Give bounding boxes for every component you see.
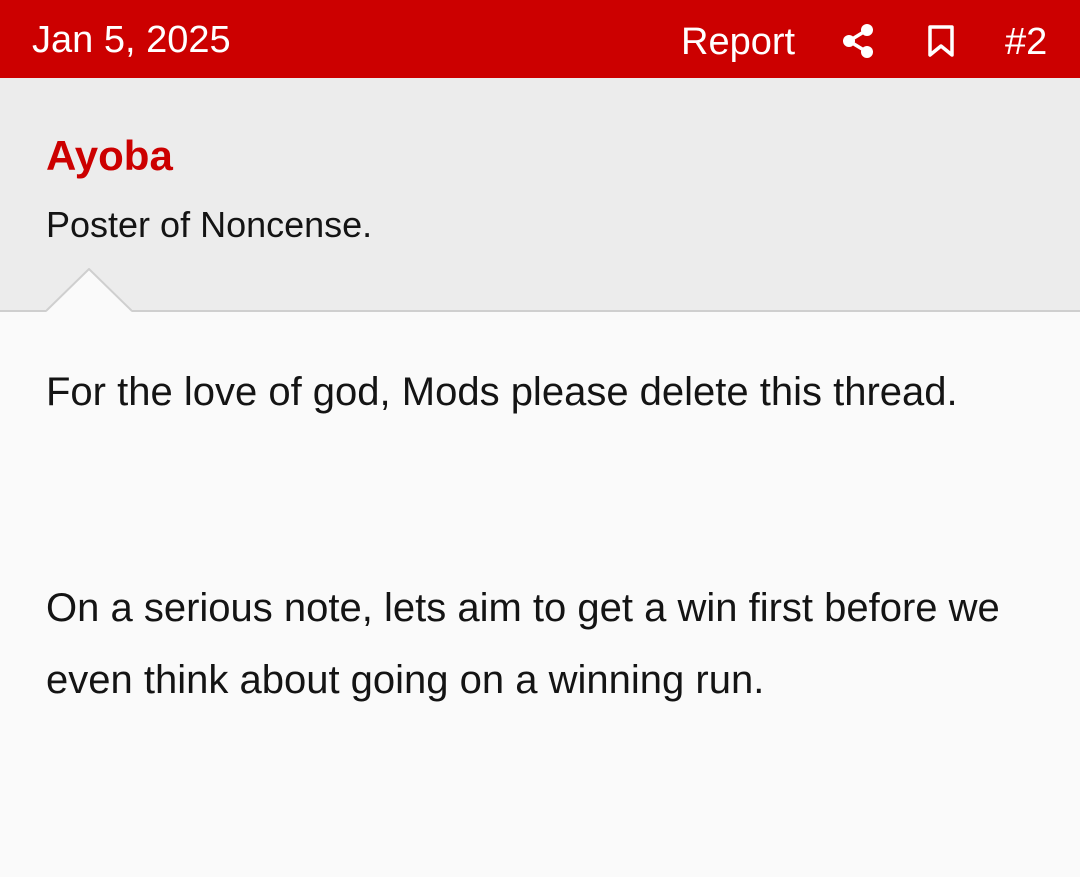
post-date-link[interactable]: Jan 5, 2025 bbox=[32, 19, 231, 61]
user-title: Poster of Noncense. bbox=[46, 204, 373, 245]
message-arrow-notch bbox=[46, 268, 132, 312]
bookmark-icon[interactable] bbox=[927, 24, 955, 58]
post-number-link[interactable]: #2 bbox=[1005, 21, 1047, 63]
post-paragraph: On a serious note, lets aim to get a win… bbox=[46, 586, 1000, 702]
report-link[interactable]: Report bbox=[681, 21, 795, 63]
username-link[interactable]: Ayoba bbox=[46, 133, 173, 179]
post-paragraph: For the love of god, Mods please delete … bbox=[46, 370, 958, 414]
share-icon[interactable] bbox=[841, 23, 875, 59]
user-info-block: Ayoba Poster of Noncense. bbox=[0, 78, 1080, 312]
post-header: Jan 5, 2025 Report #2 bbox=[0, 0, 1080, 78]
post-body: For the love of god, Mods please delete … bbox=[46, 356, 1026, 716]
